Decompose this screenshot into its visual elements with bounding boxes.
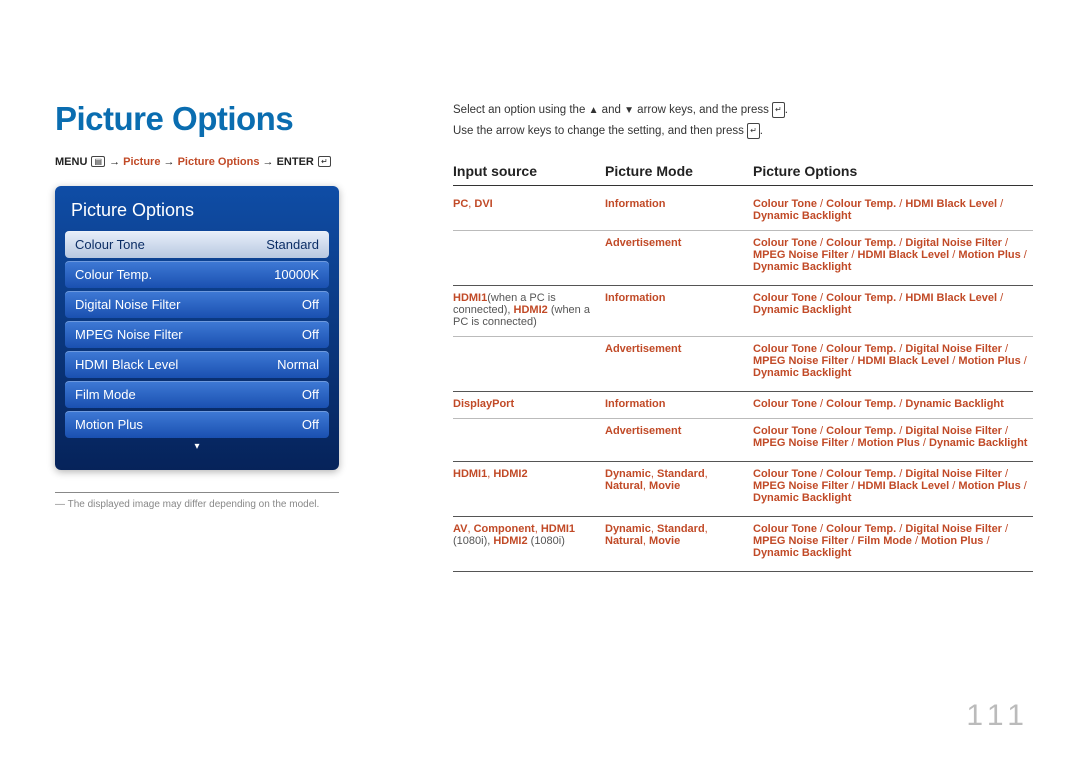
divider: [55, 492, 339, 493]
osd-panel: Picture Options Colour ToneStandardColou…: [55, 186, 339, 470]
osd-label: Film Mode: [75, 387, 136, 402]
table-row: HDMI1(when a PC is connected), HDMI2 (wh…: [453, 290, 1033, 336]
table-group: HDMI1(when a PC is connected), HDMI2 (wh…: [453, 286, 1033, 392]
osd-row[interactable]: Motion Plus Off: [65, 411, 329, 438]
cell-picture-options: Colour Tone / Colour Temp. / HDMI Black …: [753, 292, 1033, 328]
nav-picture: Picture: [123, 156, 160, 168]
cell-input-source: DisplayPort: [453, 398, 605, 410]
table-row: AdvertisementColour Tone / Colour Temp. …: [453, 418, 1033, 457]
cell-picture-mode: Advertisement: [605, 425, 753, 449]
cell-picture-options: Colour Tone / Colour Temp. / Digital Noi…: [753, 523, 1033, 559]
up-arrow-icon: ▲: [589, 105, 599, 116]
osd-label: Digital Noise Filter: [75, 297, 180, 312]
osd-row[interactable]: Colour Temp. 10000K: [65, 261, 329, 288]
cell-input-source: HDMI1(when a PC is connected), HDMI2 (wh…: [453, 292, 605, 328]
enter-button-icon: ↵: [318, 156, 331, 167]
col-picture-options: Picture Options: [753, 163, 1033, 179]
cell-picture-mode: Information: [605, 198, 753, 222]
osd-heading: Picture Options: [65, 196, 329, 231]
osd-label: Motion Plus: [75, 417, 143, 432]
nav-menu: MENU: [55, 156, 87, 168]
cell-input-source: [453, 237, 605, 273]
cell-picture-mode: Advertisement: [605, 237, 753, 273]
table-row: AV, Component, HDMI1 (1080i), HDMI2 (108…: [453, 521, 1033, 567]
table-row: AdvertisementColour Tone / Colour Temp. …: [453, 230, 1033, 281]
cell-picture-mode: Information: [605, 292, 753, 328]
cell-input-source: [453, 425, 605, 449]
table-group: HDMI1, HDMI2Dynamic, Standard, Natural, …: [453, 462, 1033, 517]
osd-row[interactable]: Film Mode Off: [65, 381, 329, 408]
osd-value: Standard: [266, 237, 319, 252]
cell-picture-options: Colour Tone / Colour Temp. / Digital Noi…: [753, 343, 1033, 379]
cell-picture-mode: Advertisement: [605, 343, 753, 379]
cell-picture-mode: Dynamic, Standard, Natural, Movie: [605, 523, 753, 559]
osd-value: Off: [302, 387, 319, 402]
cell-picture-options: Colour Tone / Colour Temp. / HDMI Black …: [753, 198, 1033, 222]
osd-label: Colour Tone: [75, 237, 145, 252]
col-picture-mode: Picture Mode: [605, 163, 753, 179]
osd-value: Off: [302, 417, 319, 432]
cell-input-source: PC, DVI: [453, 198, 605, 222]
page-number: 111: [966, 699, 1030, 733]
cell-input-source: AV, Component, HDMI1 (1080i), HDMI2 (108…: [453, 523, 605, 559]
col-input-source: Input source: [453, 163, 605, 179]
menu-button-icon: ▤: [91, 156, 105, 167]
osd-value: 10000K: [274, 267, 319, 282]
osd-row[interactable]: MPEG Noise Filter Off: [65, 321, 329, 348]
table-row: HDMI1, HDMI2Dynamic, Standard, Natural, …: [453, 466, 1033, 512]
enter-button-icon: ↵: [747, 123, 760, 139]
table-row: DisplayPortInformationColour Tone / Colo…: [453, 396, 1033, 418]
table-row: AdvertisementColour Tone / Colour Temp. …: [453, 336, 1033, 387]
enter-button-icon: ↵: [772, 102, 785, 118]
cell-picture-options: Colour Tone / Colour Temp. / Digital Noi…: [753, 468, 1033, 504]
options-table: Input source Picture Mode Picture Option…: [453, 163, 1033, 572]
osd-row[interactable]: HDMI Black Level Normal: [65, 351, 329, 378]
scroll-down-icon: ▾: [65, 441, 329, 452]
cell-picture-options: Colour Tone / Colour Temp. / Digital Noi…: [753, 425, 1033, 449]
osd-label: HDMI Black Level: [75, 357, 178, 372]
osd-label: MPEG Noise Filter: [75, 327, 183, 342]
down-arrow-icon: ▼: [624, 105, 634, 116]
nav-picture-options: Picture Options: [178, 156, 260, 168]
cell-input-source: [453, 343, 605, 379]
cell-picture-mode: Information: [605, 398, 753, 410]
osd-row[interactable]: Digital Noise Filter Off: [65, 291, 329, 318]
table-row: PC, DVIInformationColour Tone / Colour T…: [453, 196, 1033, 230]
osd-value: Off: [302, 327, 319, 342]
instructions: Select an option using the ▲ and ▼ arrow…: [453, 100, 1033, 141]
nav-enter: ENTER: [277, 156, 314, 168]
osd-value: Normal: [277, 357, 319, 372]
table-group: AV, Component, HDMI1 (1080i), HDMI2 (108…: [453, 517, 1033, 572]
cell-picture-mode: Dynamic, Standard, Natural, Movie: [605, 468, 753, 504]
osd-value: Off: [302, 297, 319, 312]
osd-row[interactable]: Colour Tone Standard: [65, 231, 329, 258]
osd-label: Colour Temp.: [75, 267, 152, 282]
cell-picture-options: Colour Tone / Colour Temp. / Dynamic Bac…: [753, 398, 1033, 410]
table-group: PC, DVIInformationColour Tone / Colour T…: [453, 192, 1033, 286]
table-group: DisplayPortInformationColour Tone / Colo…: [453, 392, 1033, 462]
cell-picture-options: Colour Tone / Colour Temp. / Digital Noi…: [753, 237, 1033, 273]
cell-input-source: HDMI1, HDMI2: [453, 468, 605, 504]
